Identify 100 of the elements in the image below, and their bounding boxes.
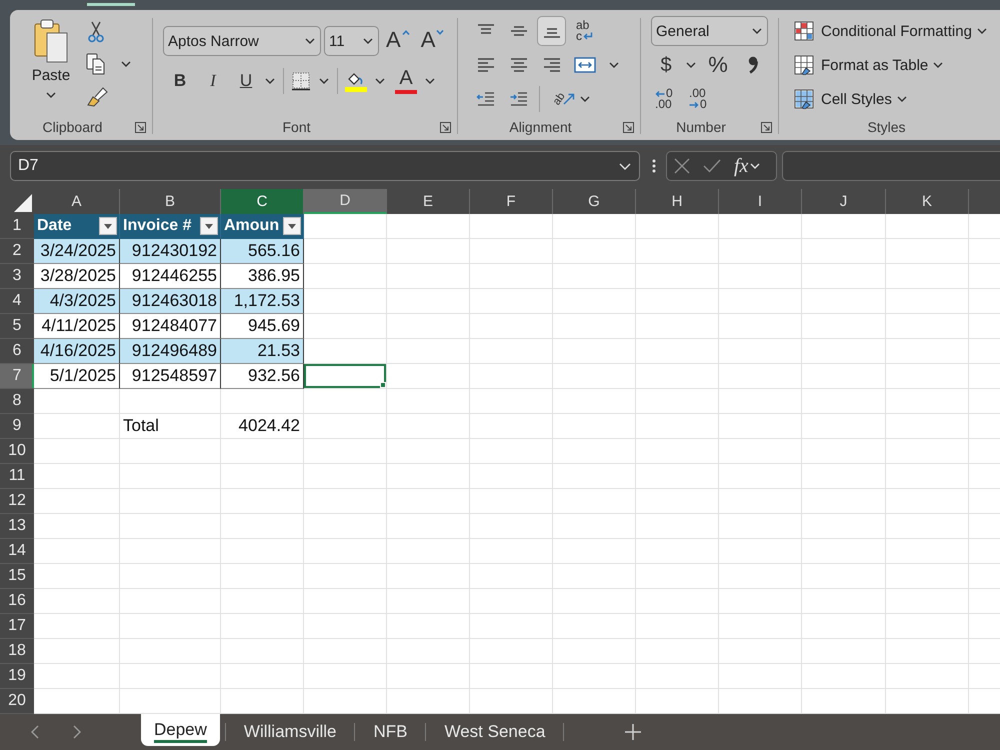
styles-menu-button[interactable]: Cell Styles	[794, 84, 907, 114]
dialog-launcher-icon[interactable]	[440, 122, 451, 132]
font-color-button[interactable]: A	[395, 68, 417, 94]
table-cell: 3/24/2025	[34, 239, 120, 264]
row-header[interactable]: 15	[0, 564, 34, 589]
chevron-down-icon[interactable]	[686, 62, 696, 68]
font-name-dropdown[interactable]: Aptos Narrow	[163, 26, 321, 56]
group-label: Number	[675, 119, 727, 135]
dialog-launcher-icon[interactable]	[761, 122, 772, 132]
chevron-down-icon[interactable]	[580, 96, 590, 102]
fill-handle[interactable]	[380, 382, 386, 388]
name-box[interactable]: D7	[10, 151, 640, 181]
wrap-text-button[interactable]: ab c	[570, 16, 599, 46]
row-header[interactable]: 8	[0, 389, 34, 414]
chevron-down-icon[interactable]	[121, 61, 131, 67]
copy-icon[interactable]	[86, 53, 106, 75]
increase-decimal-button[interactable]: .00 0	[689, 88, 715, 110]
row-header[interactable]: 4	[0, 289, 34, 314]
row-header[interactable]: 11	[0, 464, 34, 489]
more-options-icon[interactable]	[652, 159, 656, 173]
row-header[interactable]: 20	[0, 689, 34, 714]
column-header[interactable]: C	[221, 189, 304, 214]
styles-menu-button[interactable]: Conditional Formatting	[794, 16, 987, 46]
row-header[interactable]: 18	[0, 639, 34, 664]
row-header[interactable]: 7	[0, 364, 34, 389]
row-header[interactable]: 13	[0, 514, 34, 539]
chevron-down-icon[interactable]	[425, 78, 435, 84]
styles-menu-button[interactable]: Format as Table	[794, 50, 944, 80]
row-header[interactable]: 9	[0, 414, 34, 439]
scissors-icon[interactable]	[86, 21, 106, 43]
align-right-icon[interactable]	[542, 56, 562, 74]
row-header[interactable]: 14	[0, 539, 34, 564]
chevron-left-icon[interactable]	[31, 725, 39, 739]
shrink-font-button[interactable]: A	[420, 27, 444, 55]
decrease-indent-icon[interactable]	[476, 90, 496, 108]
orientation-button[interactable]: ab	[546, 84, 576, 114]
chevron-down-icon	[933, 62, 944, 68]
borders-icon[interactable]	[291, 71, 311, 91]
number-format-dropdown[interactable]: General	[651, 16, 768, 46]
align-left-icon[interactable]	[476, 56, 496, 74]
column-title: Date	[37, 217, 72, 235]
column-header[interactable]: D	[304, 189, 387, 214]
decrease-decimal-button[interactable]: 0 .00	[655, 88, 681, 110]
filter-dropdown-icon[interactable]	[99, 217, 117, 235]
merge-center-icon[interactable]	[574, 56, 596, 74]
row-header[interactable]: 5	[0, 314, 34, 339]
chevron-down-icon[interactable]	[319, 78, 329, 84]
align-bottom-button[interactable]	[537, 16, 566, 46]
row-header[interactable]: 3	[0, 264, 34, 289]
chevron-down-icon[interactable]	[265, 78, 275, 84]
select-all-icon[interactable]	[14, 194, 32, 212]
insert-function-button[interactable]: fx	[734, 154, 760, 178]
check-icon[interactable]	[703, 159, 721, 173]
row-header[interactable]: 16	[0, 589, 34, 614]
diagonal-arrow-icon	[563, 93, 575, 105]
chevron-down-icon[interactable]	[375, 78, 385, 84]
currency-button[interactable]: $	[655, 52, 677, 78]
clipboard-icon	[34, 19, 68, 63]
row-header[interactable]: 17	[0, 614, 34, 639]
cancel-icon[interactable]	[674, 158, 690, 174]
table-cell: 1,172.53	[221, 289, 304, 314]
paintbrush-icon[interactable]	[86, 85, 108, 107]
right-arrow-icon	[689, 100, 699, 108]
row-header[interactable]: 12	[0, 489, 34, 514]
chevron-down-icon	[619, 162, 631, 170]
italic-button[interactable]: I	[202, 68, 224, 94]
row-header[interactable]: 1	[0, 214, 34, 239]
sheet-cell: Total	[120, 414, 221, 439]
cell-styles-icon	[794, 89, 814, 109]
format-as-table-icon	[794, 55, 814, 75]
row-header[interactable]: 19	[0, 664, 34, 689]
row-header[interactable]: 6	[0, 339, 34, 364]
sheet-tab[interactable]: Depew	[141, 714, 220, 746]
add-sheet-icon[interactable]	[625, 724, 642, 740]
dialog-launcher-icon[interactable]	[135, 122, 146, 132]
sheet-tab[interactable]: West Seneca	[431, 714, 558, 750]
dialog-launcher-icon[interactable]	[623, 122, 634, 132]
underline-button[interactable]: U	[235, 68, 257, 94]
conditional-formatting-icon	[794, 21, 814, 41]
chevron-down-icon[interactable]	[609, 62, 619, 68]
sheet-tab[interactable]: NFB	[360, 714, 420, 750]
chevron-down-icon	[46, 92, 56, 98]
formula-input-field[interactable]	[782, 151, 1000, 181]
filter-dropdown-icon[interactable]	[283, 217, 301, 235]
increase-indent-icon[interactable]	[508, 90, 528, 108]
table-cell: 912548597	[120, 364, 221, 389]
sheet-tab[interactable]: Williamsville	[230, 714, 350, 750]
comma-style-icon[interactable]	[747, 55, 759, 75]
paste-button[interactable]: Paste	[19, 19, 83, 103]
font-size-dropdown[interactable]: 11	[324, 26, 379, 56]
percent-button[interactable]: %	[705, 52, 731, 78]
row-header[interactable]: 2	[0, 239, 34, 264]
filter-dropdown-icon[interactable]	[200, 217, 218, 235]
align-center-icon[interactable]	[508, 56, 528, 74]
bold-button[interactable]: B	[169, 68, 191, 94]
row-header[interactable]: 10	[0, 439, 34, 464]
chevron-right-icon[interactable]	[73, 725, 81, 739]
grow-font-button[interactable]: A	[386, 27, 410, 55]
table-cell: 4/3/2025	[34, 289, 120, 314]
return-arrow-icon	[583, 32, 593, 41]
